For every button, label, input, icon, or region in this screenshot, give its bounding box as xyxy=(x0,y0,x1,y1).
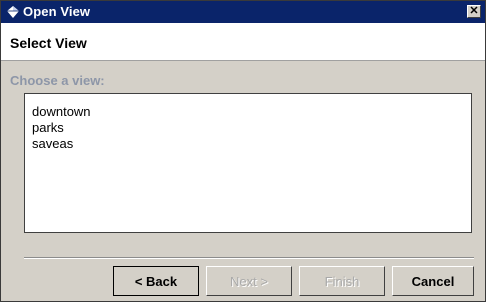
window-title: Open View xyxy=(23,4,91,19)
cancel-button[interactable]: Cancel xyxy=(392,266,474,296)
title-bar[interactable]: Open View ✕ xyxy=(1,1,485,23)
list-item-downtown[interactable]: downtown xyxy=(32,104,471,120)
open-view-dialog: Open View ✕ Select View Choose a view: d… xyxy=(0,0,486,302)
finish-button[interactable]: Finish xyxy=(299,266,385,296)
list-item-parks[interactable]: parks xyxy=(32,120,471,136)
header-panel: Select View xyxy=(1,23,485,61)
close-button[interactable]: ✕ xyxy=(467,5,481,18)
view-list[interactable]: downtown parks saveas xyxy=(24,93,472,233)
page-title: Select View xyxy=(10,35,87,51)
close-icon: ✕ xyxy=(469,5,479,17)
button-separator-highlight xyxy=(24,258,474,259)
list-item-saveas[interactable]: saveas xyxy=(32,136,471,152)
next-button[interactable]: Next > xyxy=(206,266,292,296)
choose-view-label: Choose a view: xyxy=(10,73,105,88)
app-diamond-icon xyxy=(7,6,19,18)
back-button[interactable]: < Back xyxy=(113,266,199,296)
